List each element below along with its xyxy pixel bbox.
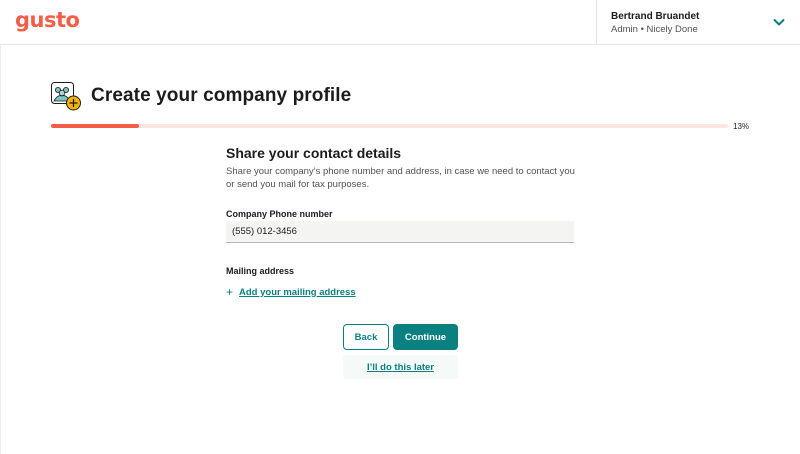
page-title: Create your company profile <box>91 85 352 106</box>
progress-percent: 13% <box>733 122 750 131</box>
chevron-down-icon[interactable] <box>772 15 786 29</box>
gusto-logo[interactable]: gusto <box>15 8 80 32</box>
top-bar: gusto Bertrand Bruandet Admin • Nicely D… <box>0 0 800 45</box>
section-description: Share your company’s phone number and ad… <box>226 166 575 190</box>
mailing-address-label: Mailing address <box>226 266 295 276</box>
account-name: Bertrand Bruandet <box>611 11 700 22</box>
continue-button[interactable]: Continue <box>393 324 458 350</box>
add-mailing-address-link[interactable]: + Add your mailing address <box>226 285 356 299</box>
plus-icon: + <box>226 285 234 299</box>
do-this-later-link[interactable]: I’ll do this later <box>343 355 458 379</box>
section-title: Share your contact details <box>226 145 402 161</box>
account-role: Admin • Nicely Done <box>611 24 698 35</box>
phone-input[interactable] <box>226 221 574 243</box>
back-button[interactable]: Back <box>343 324 389 350</box>
progress-bar <box>51 124 728 128</box>
page-border <box>0 45 1 454</box>
add-mailing-address-text: Add your mailing address <box>239 286 356 298</box>
team-add-icon <box>51 82 81 111</box>
phone-label: Company Phone number <box>226 209 333 219</box>
account-menu[interactable]: Bertrand Bruandet Admin • Nicely Done <box>596 0 800 45</box>
progress-bar-fill <box>51 124 139 128</box>
